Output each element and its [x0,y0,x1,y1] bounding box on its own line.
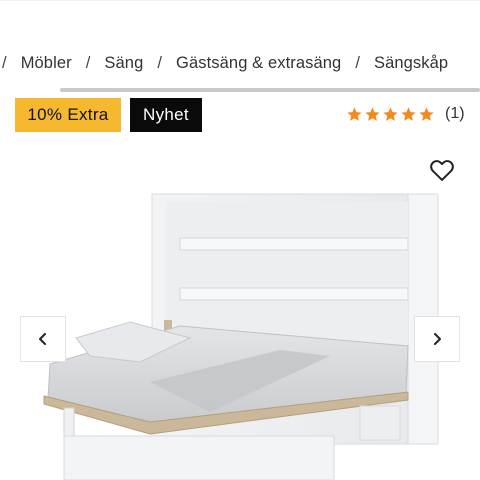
product-rating[interactable]: (1) [346,102,465,126]
breadcrumb-separator: / [355,53,360,72]
breadcrumb-separator: / [157,53,163,72]
star-icon [383,106,398,121]
heart-outline-icon [430,160,454,181]
new-badge: Nyhet [130,98,202,132]
rating-stars [346,106,435,123]
breadcrumb-separator: / [2,53,7,72]
breadcrumb-scrollbar[interactable] [60,88,480,92]
product-image-wall-bed [43,193,439,480]
discount-badge: 10% Extra [15,98,121,132]
breadcrumb-separator: / [85,53,91,72]
star-icon [347,106,362,121]
star-icon [365,106,380,121]
breadcrumb: / Möbler / Säng / Gästsäng & extrasäng /… [0,52,480,74]
top-divider [0,0,480,4]
breadcrumb-item-sang[interactable]: Säng [104,54,143,73]
breadcrumb-item-gastsang[interactable]: Gästsäng & extrasäng [176,54,341,73]
star-icon [401,106,416,121]
chevron-left-icon [39,333,46,345]
star-icon [419,106,434,121]
carousel-next-button[interactable] [414,316,460,362]
favorite-button[interactable] [428,156,456,184]
breadcrumb-item-mobler[interactable]: Möbler [21,54,72,73]
breadcrumb-item-sangskap[interactable]: Sängskåp [374,54,448,73]
chevron-right-icon [434,333,441,345]
carousel-prev-button[interactable] [20,316,66,362]
rating-count: (1) [445,105,465,122]
